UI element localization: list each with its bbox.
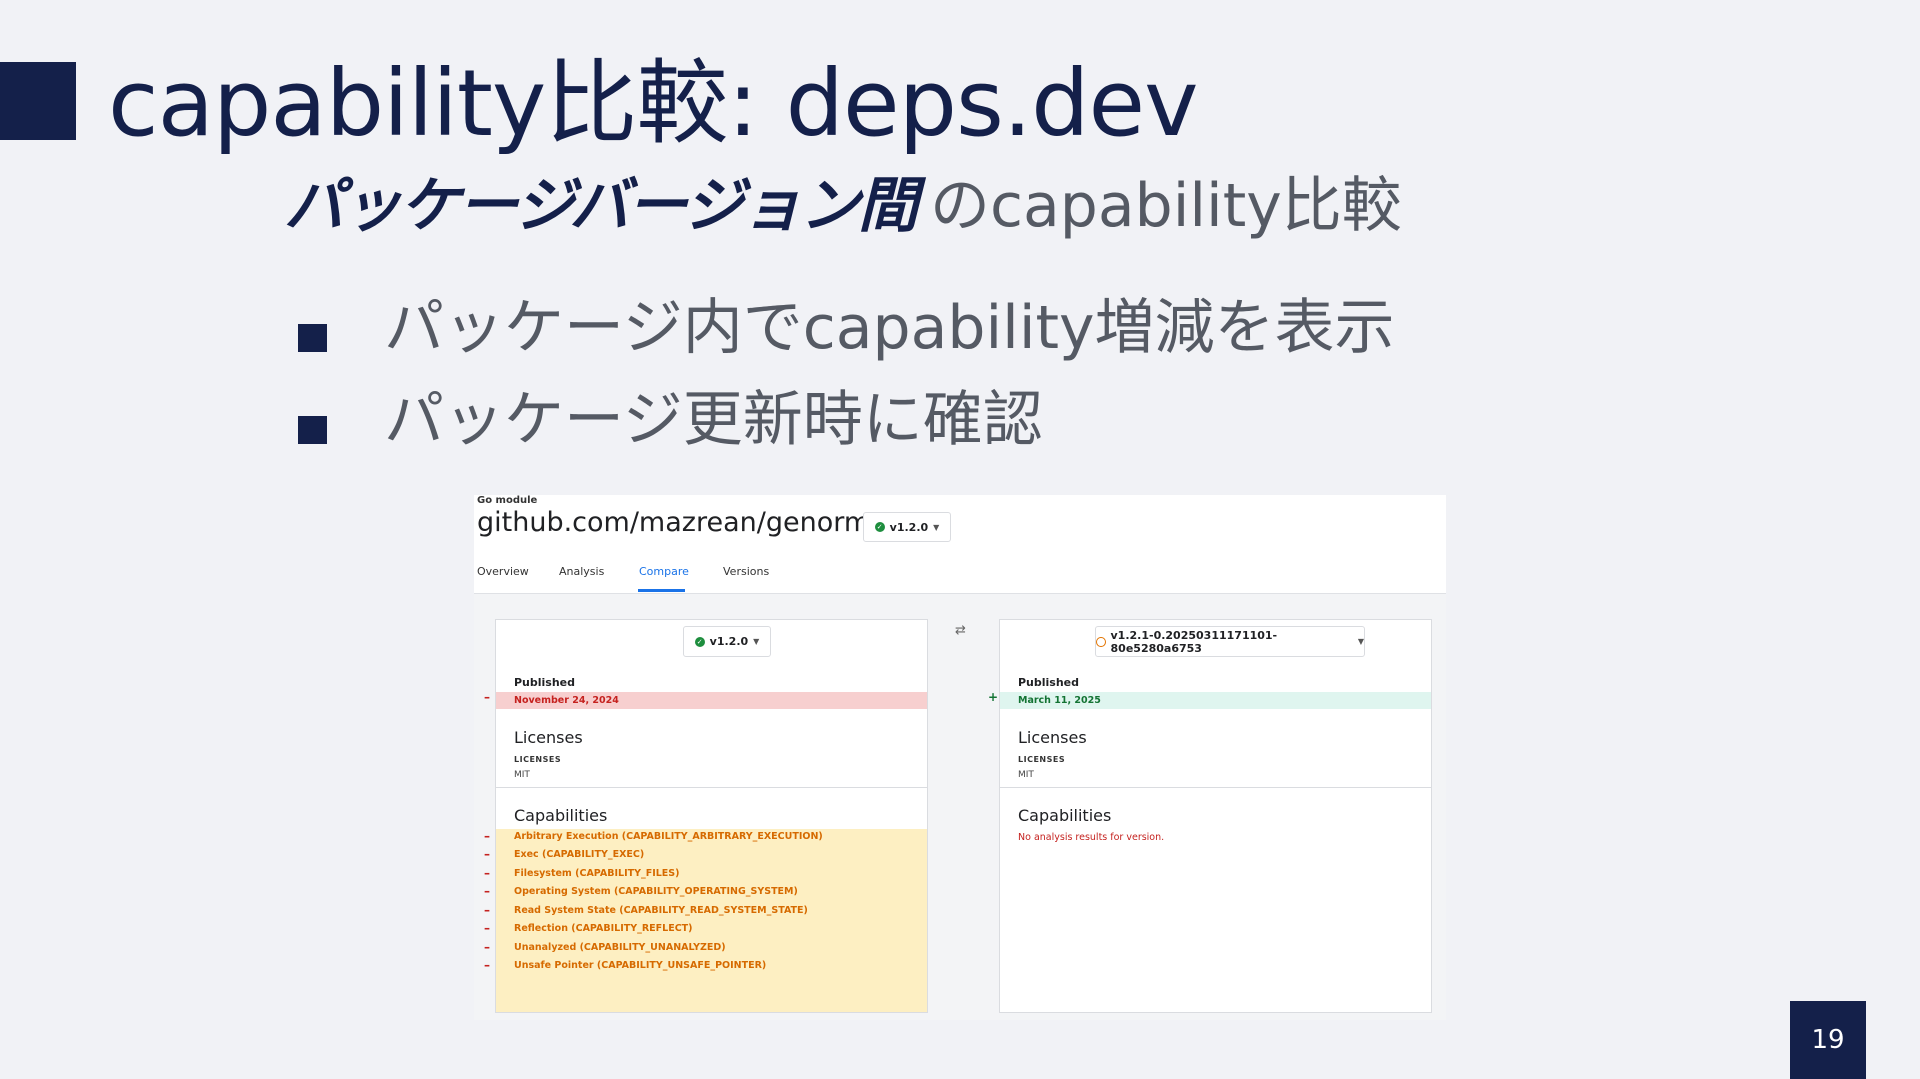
tab-overview[interactable]: Overview [477,565,529,578]
tab-versions[interactable]: Versions [723,565,769,578]
check-circle-icon: ✓ [874,522,885,532]
removed-capabilities: Arbitrary Execution (CAPABILITY_ARBITRAR… [496,829,927,1012]
compare-panel-right: v1.2.1-0.20250311171101-80e5280a6753 ▼ P… [999,619,1432,1013]
published-date: March 11, 2025 [1018,695,1101,706]
published-label: Published [514,676,576,689]
compare-panel-left: ✓ v1.2.0 ▼ Published November 24, 2024 L… [495,619,928,1013]
swap-icon[interactable]: ⇄ [955,623,966,638]
removed-mark: – [484,884,490,898]
removed-mark: – [484,847,490,861]
removed-mark: – [484,958,490,972]
title-marker [0,62,76,140]
slide-title: capability比較: deps.dev [108,50,1199,157]
bullet-text: パッケージ更新時に確認 [384,385,1043,455]
divider [496,787,927,788]
capability-item: Arbitrary Execution (CAPABILITY_ARBITRAR… [514,831,823,842]
published-date-row: March 11, 2025 [1000,692,1431,709]
caret-down-icon: ▼ [753,637,760,646]
package-header: Go module github.com/mazrean/genorm ✓ v1… [474,495,1446,594]
right-version-label: v1.2.1-0.20250311171101-80e5280a6753 [1110,628,1278,655]
licenses-title: Licenses [1018,728,1087,747]
capability-item: Unsafe Pointer (CAPABILITY_UNSAFE_POINTE… [514,960,767,971]
active-tab-indicator [638,589,685,592]
removed-mark: – [484,690,490,704]
published-date: November 24, 2024 [514,695,619,706]
divider [1000,787,1431,788]
left-version-selector[interactable]: ✓ v1.2.0 ▼ [683,626,771,657]
subtitle-emphasis: パッケージバージョン間 [284,171,918,241]
capability-item: Operating System (CAPABILITY_OPERATING_S… [514,886,798,897]
package-name: github.com/mazrean/genorm [477,507,871,538]
pending-clock-icon [1096,636,1106,647]
slide-subtitle: パッケージバージョン間 のcapability比較 [284,168,1402,259]
capability-item: Reflection (CAPABILITY_REFLECT) [514,923,693,934]
deps-dev-screenshot: Go module github.com/mazrean/genorm ✓ v1… [474,495,1446,1020]
right-version-selector[interactable]: v1.2.1-0.20250311171101-80e5280a6753 ▼ [1095,626,1365,657]
licenses-label: LICENSES [1018,755,1066,764]
capability-item: Unanalyzed (CAPABILITY_UNANALYZED) [514,942,726,953]
version-label: v1.2.0 [889,520,929,534]
removed-mark: – [484,903,490,917]
subtitle-rest: のcapability比較 [930,171,1402,241]
published-label: Published [1018,676,1080,689]
published-date-row: November 24, 2024 [496,692,927,709]
module-kind: Go module [477,495,538,506]
license-value: MIT [514,770,530,780]
tab-analysis[interactable]: Analysis [559,565,604,578]
licenses-label: LICENSES [514,755,562,764]
tab-compare[interactable]: Compare [639,565,689,578]
capability-item: Read System State (CAPABILITY_READ_SYSTE… [514,905,808,916]
bullet-marker [298,416,327,444]
version-selector[interactable]: ✓ v1.2.0 ▼ [863,512,951,542]
added-mark: + [988,690,999,704]
capability-item: Filesystem (CAPABILITY_FILES) [514,868,680,879]
removed-mark: – [484,940,490,954]
page-number: 19 [1790,1001,1866,1079]
caret-down-icon: ▼ [933,522,940,532]
bullet-marker [298,324,327,352]
license-value: MIT [1018,770,1034,780]
no-results-message: No analysis results for version. [1018,832,1165,843]
left-version-label: v1.2.0 [709,635,749,648]
removed-mark: – [484,829,490,843]
capabilities-title: Capabilities [514,806,608,825]
bullet-text: パッケージ内でcapability増減を表示 [384,293,1395,363]
capabilities-title: Capabilities [1018,806,1112,825]
removed-mark: – [484,921,490,935]
check-circle-icon: ✓ [694,636,705,647]
capability-item: Exec (CAPABILITY_EXEC) [514,849,645,860]
licenses-title: Licenses [514,728,583,747]
caret-down-icon: ▼ [1357,637,1364,646]
removed-mark: – [484,866,490,880]
